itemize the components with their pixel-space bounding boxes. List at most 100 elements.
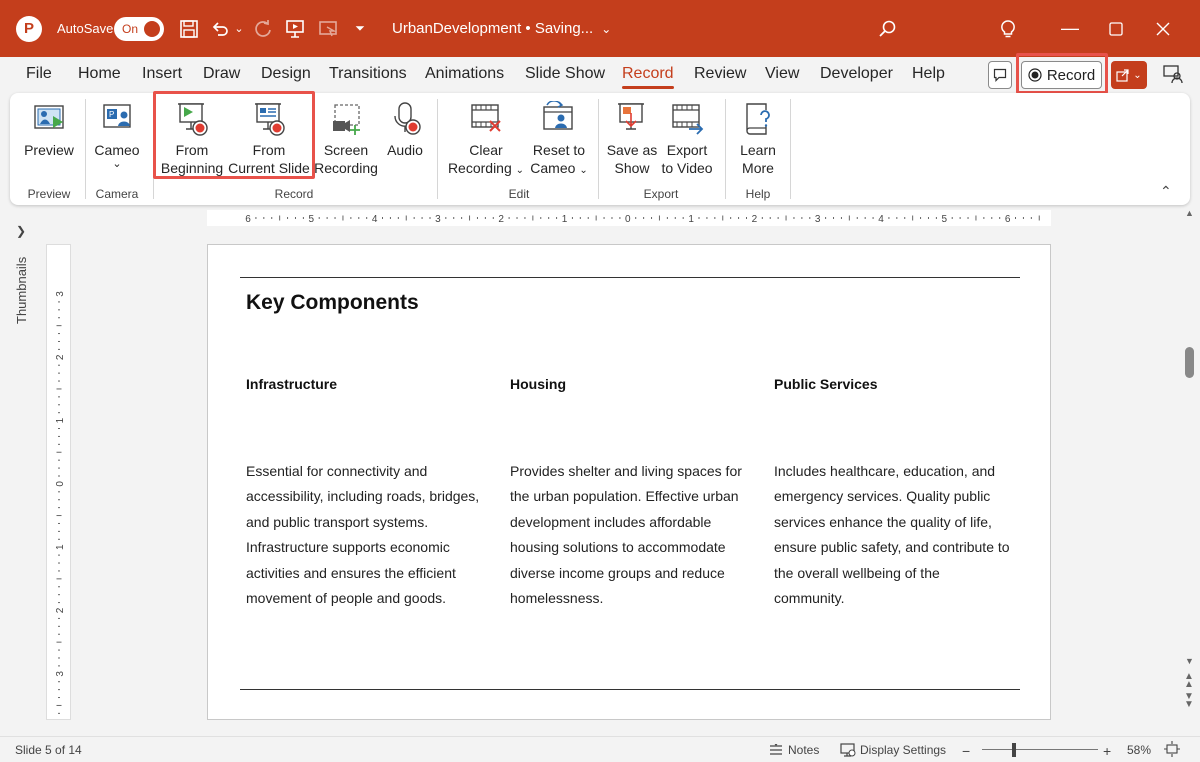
clear-recording-icon	[471, 104, 501, 132]
save-as-show-button[interactable]: Save as Show	[606, 101, 658, 177]
record-group-highlight	[153, 91, 315, 179]
ruler-number: 3	[55, 671, 66, 677]
undo-icon[interactable]	[207, 0, 233, 57]
notes-label: Notes	[788, 743, 820, 757]
group-label-preview: Preview	[27, 187, 71, 201]
slide-canvas[interactable]: Key Components Infrastructure Essential …	[207, 244, 1051, 720]
tab-draw[interactable]: Draw	[203, 65, 240, 83]
comments-button[interactable]	[988, 61, 1012, 89]
chevron-down-icon: ⌄	[515, 165, 525, 176]
tab-design[interactable]: Design	[261, 65, 311, 83]
column-body: Provides shelter and living spaces for t…	[510, 463, 742, 607]
zoom-level[interactable]: 58%	[1127, 743, 1151, 757]
presentation-icon[interactable]	[282, 0, 308, 57]
tab-insert[interactable]: Insert	[142, 65, 182, 83]
tab-help[interactable]: Help	[912, 65, 945, 83]
scrollbar-thumb[interactable]	[1185, 347, 1194, 378]
next-slide-icon[interactable]: ▼ ▼	[1184, 692, 1194, 710]
tab-transitions[interactable]: Transitions	[329, 65, 407, 83]
ruler-number: 4	[878, 214, 884, 225]
minimize-button[interactable]: —	[1047, 0, 1093, 57]
column-housing[interactable]: Housing Provides shelter and living spac…	[510, 376, 754, 611]
clear-recording-label-2: Recording	[447, 160, 512, 176]
column-body: Includes healthcare, education, and emer…	[774, 463, 1010, 607]
slide-show-icon[interactable]	[315, 0, 341, 57]
ruler-number: 5	[942, 214, 948, 225]
undo-dropdown-icon[interactable]: ⌄	[232, 0, 246, 57]
reset-cameo-icon	[543, 101, 573, 130]
column-heading: Housing	[510, 376, 566, 392]
status-bar: Slide 5 of 14 Notes Display Settings − +…	[0, 736, 1200, 762]
tab-slide-show[interactable]: Slide Show	[525, 65, 605, 83]
tab-animations[interactable]: Animations	[425, 65, 504, 83]
maximize-button[interactable]	[1093, 0, 1139, 57]
help-book-icon	[746, 103, 773, 135]
tab-view[interactable]: View	[765, 65, 799, 83]
ruler-number: 1	[688, 214, 694, 225]
tab-home[interactable]: Home	[78, 65, 121, 83]
vertical-scrollbar[interactable]: ▲ ▼ ▲ ▲ ▼ ▼	[1183, 206, 1196, 736]
redo-icon[interactable]	[250, 0, 276, 57]
learn-more-button[interactable]: Learn More	[734, 101, 782, 177]
customize-toolbar-icon[interactable]: ⏷	[352, 0, 368, 57]
audio-button[interactable]: Audio	[382, 101, 428, 159]
close-button[interactable]	[1140, 0, 1186, 57]
zoom-out-button[interactable]: −	[962, 743, 970, 759]
reset-to-cameo-label-1: Reset to	[532, 142, 586, 158]
learn-more-label-2: More	[742, 160, 774, 176]
vertical-ruler: 3 2 1 0 1 2 3	[46, 244, 71, 720]
ruler-number: 2	[498, 214, 504, 225]
thumbnails-label[interactable]: Thumbnails	[14, 257, 29, 324]
ruler-number: 0	[625, 214, 631, 225]
lightbulb-icon[interactable]	[993, 0, 1023, 57]
autosave-toggle[interactable]: On	[114, 0, 164, 57]
ribbon-tabs: File Home Insert Draw Design Transitions…	[0, 53, 1200, 94]
export-to-video-button[interactable]: Export to Video	[658, 101, 716, 177]
ruler-number: 2	[752, 214, 758, 225]
zoom-slider-track[interactable]	[982, 749, 1098, 750]
column-infrastructure[interactable]: Infrastructure Essential for connectivit…	[246, 376, 490, 611]
save-as-show-icon	[618, 103, 644, 130]
cameo-label: Cameo	[94, 142, 140, 158]
cameo-button[interactable]: P Cameo ⌄	[92, 101, 142, 170]
save-as-show-label-1: Save as	[606, 142, 658, 158]
clear-recording-button[interactable]: Clear Recording ⌄	[446, 101, 526, 180]
scroll-down-icon[interactable]: ▼	[1185, 656, 1194, 666]
column-heading: Infrastructure	[246, 376, 338, 392]
display-settings-label: Display Settings	[860, 743, 947, 757]
document-title[interactable]: UrbanDevelopment • Saving... ⌄	[392, 0, 611, 57]
zoom-in-button[interactable]: +	[1103, 743, 1111, 759]
slide-title[interactable]: Key Components	[246, 291, 419, 315]
save-as-show-label-2: Show	[614, 160, 650, 176]
zoom-slider-thumb[interactable]	[1012, 743, 1016, 757]
column-public-services[interactable]: Public Services Includes healthcare, edu…	[774, 376, 1018, 611]
reset-to-cameo-button[interactable]: Reset to Cameo ⌄	[526, 101, 592, 180]
bottom-divider	[240, 689, 1020, 690]
share-button[interactable]: ⌄	[1111, 61, 1147, 89]
save-icon[interactable]	[176, 0, 202, 57]
ruler-number: 2	[55, 607, 66, 613]
svg-text:P: P	[109, 110, 114, 119]
microphone-icon	[394, 102, 421, 135]
expand-thumbnails-icon[interactable]: ❯	[16, 224, 26, 238]
search-icon[interactable]	[872, 0, 902, 57]
fit-slide-icon[interactable]	[1164, 741, 1180, 757]
preview-button[interactable]: Preview	[24, 101, 74, 159]
scroll-up-icon[interactable]: ▲	[1185, 208, 1194, 218]
screen-recording-button[interactable]: Screen Recording	[313, 101, 379, 177]
tab-developer[interactable]: Developer	[820, 65, 893, 83]
previous-slide-icon[interactable]: ▲ ▲	[1184, 672, 1194, 690]
ruler-number: 0	[55, 481, 66, 487]
record-button-highlight	[1016, 53, 1108, 94]
ruler-number: 3	[815, 214, 821, 225]
notes-button[interactable]: Notes	[768, 743, 819, 757]
tab-record[interactable]: Record	[622, 65, 674, 89]
tab-review[interactable]: Review	[694, 65, 746, 83]
ruler-number: 5	[309, 214, 315, 225]
tab-file[interactable]: File	[26, 65, 52, 83]
present-icon[interactable]	[1162, 63, 1184, 88]
group-label-record: Record	[274, 187, 314, 201]
collapse-ribbon-icon[interactable]: ⌃	[1160, 183, 1172, 200]
ruler-number: 3	[55, 291, 66, 297]
display-settings-button[interactable]: Display Settings	[840, 743, 946, 757]
